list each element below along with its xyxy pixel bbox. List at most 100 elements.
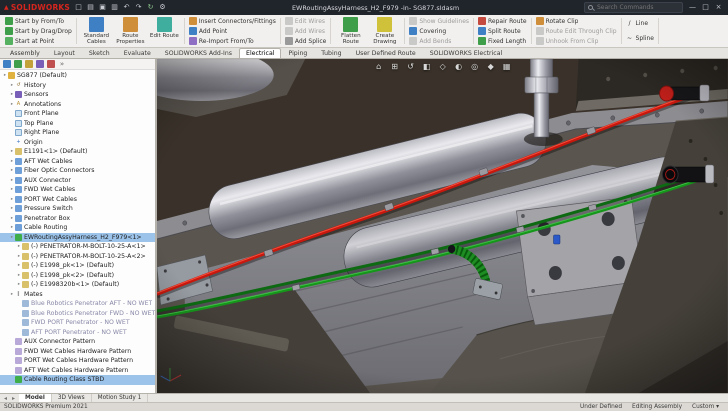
maximize-icon[interactable]: □ — [700, 2, 711, 13]
rebuild-icon[interactable]: ↻ — [146, 3, 155, 12]
tree-item-cable-routing-class-stbd[interactable]: Cable Routing Class STBD — [0, 375, 156, 385]
status-editing-assembly[interactable]: Editing Assembly — [627, 404, 687, 410]
tree-item-fwd-wet-cables-hardware-pattern[interactable]: FWD Wet Cables Hardware Pattern — [0, 347, 155, 357]
tree-item-e1998-pk-1-default[interactable]: ▸ (-) E1998_pk<1> (Default) — [0, 261, 155, 271]
search-input[interactable] — [595, 3, 679, 12]
ribbon-button-start-by-from-to[interactable]: Start by From/To — [4, 16, 73, 26]
redo-icon[interactable]: ↷ — [134, 3, 143, 12]
ribbon-button-flatten-route[interactable]: Flatten Route — [334, 16, 367, 46]
close-icon[interactable]: × — [713, 2, 724, 13]
command-search[interactable] — [584, 2, 683, 13]
zoom-fit-icon[interactable]: ⌂ — [373, 61, 384, 72]
tab-evaluate[interactable]: Evaluate — [117, 48, 158, 58]
ribbon-button-route-properties[interactable]: Route Properties — [114, 16, 147, 46]
tree-item-aux-connector[interactable]: ▸ AUX Connector — [0, 176, 155, 186]
tab-piping[interactable]: Piping — [281, 48, 314, 58]
tab-electrical[interactable]: Electrical — [239, 48, 282, 58]
hide-show-icon[interactable]: ◎ — [469, 61, 480, 72]
edit-appearance-icon[interactable]: ◆ — [485, 61, 496, 72]
previous-view-icon[interactable]: ↺ — [405, 61, 416, 72]
ribbon-button-show-guidelines[interactable]: Show Guidelines — [408, 16, 470, 26]
open-icon[interactable]: ▤ — [86, 3, 95, 12]
tree-item-sg877-default[interactable]: ▸ SG877 (Default) — [0, 71, 155, 81]
ribbon-button-add-wires[interactable]: Add Wires — [284, 26, 327, 36]
ribbon-button-split-route[interactable]: Split Route — [477, 26, 528, 36]
ribbon-button-standard-cables[interactable]: Standard Cables — [80, 16, 113, 46]
ribbon-button-unhook-from-clip[interactable]: Unhook From Clip — [535, 36, 618, 46]
save-icon[interactable]: ▣ — [98, 3, 107, 12]
ribbon-button-add-splice[interactable]: Add Splice — [284, 36, 327, 46]
tab-next-icon[interactable]: ▸ — [10, 395, 17, 402]
tree-item-blue-robotics-penetrator-fwd-no-wet[interactable]: Blue Robotics Penetrator FWD - NO WET — [0, 309, 155, 319]
ribbon-button-insert-connectors-fittings[interactable]: Insert Connectors/Fittings — [188, 16, 277, 26]
tab-sketch[interactable]: Sketch — [82, 48, 117, 58]
ribbon-button-add-point[interactable]: Add Point — [188, 26, 277, 36]
ribbon-button-edit-wires[interactable]: Edit Wires — [284, 16, 327, 26]
ribbon-button-add-bends[interactable]: Add Bends — [408, 36, 470, 46]
new-document-icon[interactable]: □ — [74, 3, 83, 12]
tab-prev-icon[interactable]: ◂ — [2, 395, 9, 402]
tree-item-fwd-port-penetrator-no-wet[interactable]: FWD PORT Penetrator - NO WET — [0, 318, 155, 328]
ribbon-button-create-drawing[interactable]: Create Drawing — [368, 16, 401, 46]
tree-item-port-wet-cables-hardware-pattern[interactable]: PORT Wet Cables Hardware Pattern — [0, 356, 155, 366]
tab-layout[interactable]: Layout — [47, 48, 82, 58]
bottom-tab-model[interactable]: Model — [19, 394, 52, 402]
tab-solidworks-add-ins[interactable]: SOLIDWORKS Add-Ins — [158, 48, 239, 58]
dimxpertmanager-icon[interactable] — [36, 60, 44, 68]
options-icon[interactable]: ⚙ — [158, 3, 167, 12]
tree-item-penetrator-m-bolt-10-25-a-1[interactable]: ▸ (-) PENETRATOR-M-BOLT-10-25-A<1> — [0, 242, 155, 252]
ribbon-button-fixed-length[interactable]: Fixed Length — [477, 36, 528, 46]
tree-item-penetrator-m-bolt-10-25-a-2[interactable]: ▸ (-) PENETRATOR-M-BOLT-10-25-A<2> — [0, 252, 155, 262]
tree-item-right-plane[interactable]: Right Plane — [0, 128, 155, 138]
ribbon-button-start-at-point[interactable]: Start at Point — [4, 36, 73, 46]
propertymanager-icon[interactable] — [14, 60, 22, 68]
tree-item-annotations[interactable]: ▸ A Annotations — [0, 100, 155, 110]
tree-item-aft-wet-cables-hardware-pattern[interactable]: AFT Wet Cables Hardware Pattern — [0, 366, 155, 376]
minimize-icon[interactable]: — — [687, 2, 698, 13]
tree-item-history[interactable]: ▸ ↺ History — [0, 81, 155, 91]
configurationmanager-icon[interactable] — [25, 60, 33, 68]
tab-solidworks-electrical[interactable]: SOLIDWORKS Electrical — [423, 48, 510, 58]
displaymanager-icon[interactable] — [47, 60, 55, 68]
tab-tubing[interactable]: Tubing — [314, 48, 348, 58]
bottom-tab-3d-views[interactable]: 3D Views — [52, 394, 92, 402]
tree-item-aux-connector-pattern[interactable]: AUX Connector Pattern — [0, 337, 155, 347]
ribbon-button-re-import-from-to[interactable]: Re-Import From/To — [188, 36, 277, 46]
tree-item-ewroutingassyharness-h2-f979-1[interactable]: ▸ EWRoutingAssyHarness_H2_F979<1> — [0, 232, 156, 242]
status-under-defined[interactable]: Under Defined — [575, 404, 627, 410]
tree-item-front-plane[interactable]: Front Plane — [0, 109, 155, 119]
tree-item-top-plane[interactable]: Top Plane — [0, 119, 155, 129]
ribbon-button-edit-route[interactable]: Edit Route — [148, 16, 181, 46]
tree-item-penetrator-box[interactable]: ▸ Penetrator Box — [0, 214, 155, 224]
zoom-area-icon[interactable]: ⊞ — [389, 61, 400, 72]
tree-item-origin[interactable]: + Origin — [0, 138, 155, 148]
tree-item-blue-robotics-penetrator-aft-no-wet[interactable]: Blue Robotics Penetrator AFT - NO WET — [0, 299, 155, 309]
3d-scene[interactable] — [157, 59, 728, 393]
tree-item-aft-port-penetrator-no-wet[interactable]: AFT PORT Penetrator - NO WET — [0, 328, 155, 338]
scene-settings-icon[interactable]: ▦ — [501, 61, 512, 72]
tree-item-fiber-optic-connectors[interactable]: ▸ Fiber Optic Connectors — [0, 166, 155, 176]
ribbon-button-start-by-drag-drop[interactable]: Start by Drag/Drop — [4, 26, 73, 36]
tab-assembly[interactable]: Assembly — [3, 48, 47, 58]
tree-item-cable-routing[interactable]: ▸ Cable Routing — [0, 223, 155, 233]
ribbon-button-covering[interactable]: Covering — [408, 26, 470, 36]
ribbon-button-line[interactable]: / Line — [625, 19, 655, 29]
view-orientation-icon[interactable]: ◇ — [437, 61, 448, 72]
pane-collapse-icon[interactable]: » — [58, 60, 66, 68]
tree-item-sensors[interactable]: ▸ Sensors — [0, 90, 155, 100]
ribbon-button-repair-route[interactable]: Repair Route — [477, 16, 528, 26]
tree-item-e1191-1-default[interactable]: ▸ E1191<1> (Default) — [0, 147, 155, 157]
tree-item-fwd-wet-cables[interactable]: ▸ FWD Wet Cables — [0, 185, 155, 195]
tree-item-mates[interactable]: ▸ ∥ Mates — [0, 290, 155, 300]
tree-item-e1998-pk-2-default[interactable]: ▸ (-) E1998_pk<2> (Default) — [0, 271, 155, 281]
tree-item-e1998320b-1-default[interactable]: ▸ (-) E1998320b<1> (Default) — [0, 280, 155, 290]
tree-item-pressure-switch[interactable]: ▸ Pressure Switch — [0, 204, 155, 214]
tab-user-defined-route[interactable]: User Defined Route — [349, 48, 423, 58]
print-icon[interactable]: ▥ — [110, 3, 119, 12]
graphics-viewport[interactable]: ⌂ ⊞ ↺ ◧ ◇ ◐ ◎ ◆ ▦ — [157, 59, 728, 393]
tree-item-aft-wet-cables[interactable]: ▸ AFT Wet Cables — [0, 157, 155, 167]
ribbon-button-rotate-clip[interactable]: Rotate Clip — [535, 16, 618, 26]
tree-item-port-wet-cables[interactable]: ▸ PORT Wet Cables — [0, 195, 155, 205]
ribbon-button-spline[interactable]: ~ Spline — [625, 34, 655, 44]
status-custom[interactable]: Custom ▾ — [687, 404, 724, 410]
